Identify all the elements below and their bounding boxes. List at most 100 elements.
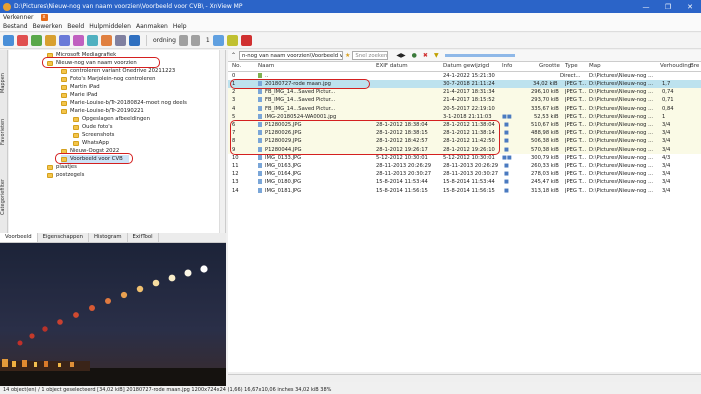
path-input[interactable]: n-nog van naam voorzien\Voorbeeld voor C… bbox=[239, 51, 344, 60]
cell-modified: 28-1-2012 11:38:04 bbox=[443, 121, 495, 128]
table-row[interactable]: 8 P1280029.JPG 28-1-2012 18:42:57 28-1-2… bbox=[228, 137, 701, 146]
col-folder[interactable]: Map bbox=[589, 63, 601, 69]
menu-bestand[interactable]: Bestand bbox=[3, 23, 28, 30]
cell-ratio: 3/4 bbox=[662, 162, 671, 169]
sorting-dropdown[interactable]: ordning bbox=[153, 37, 176, 44]
tree-item[interactable]: WhatsApp bbox=[73, 139, 109, 147]
menu-aanmaken[interactable]: Aanmaken bbox=[136, 23, 168, 30]
table-row[interactable]: 10 IMG_0133.JPG 5-12-2012 10:30:01 5-12-… bbox=[228, 154, 701, 162]
tab-voorbeeld[interactable]: Voorbeeld bbox=[0, 233, 38, 242]
delete-icon[interactable] bbox=[240, 35, 252, 46]
tree-item[interactable]: Opgeslagen afbeeldingen bbox=[73, 115, 150, 123]
tree-item[interactable]: plaatjes bbox=[47, 163, 77, 171]
cell-name: IMG_0180.JPG bbox=[258, 179, 301, 185]
print-icon[interactable] bbox=[115, 35, 126, 46]
cell-modified: 24-1-2022 15:21:30 bbox=[443, 72, 495, 79]
filter-clear-icon[interactable]: ✖ bbox=[423, 52, 428, 59]
tag-icon[interactable]: ● bbox=[412, 52, 417, 59]
col-size[interactable]: Grootte bbox=[539, 63, 560, 69]
col-extra[interactable]: Bre bbox=[690, 63, 699, 69]
table-row[interactable]: 9 P1280044.JPG 28-1-2012 19:26:17 28-1-2… bbox=[228, 145, 701, 154]
tab-categoriefilter[interactable]: Categoriefilter bbox=[0, 168, 8, 226]
tree-item[interactable]: controleren variant Onedrive 20211223 bbox=[61, 67, 175, 75]
cell-ratio: 3/4 bbox=[662, 187, 671, 194]
rotate-icon[interactable] bbox=[59, 35, 70, 46]
slideshow-icon[interactable] bbox=[87, 35, 98, 46]
table-row[interactable]: 11 IMG_0163.JPG 28-11-2013 20:26:29 28-1… bbox=[228, 162, 701, 170]
cell-no: 0 bbox=[232, 72, 236, 79]
favorite-icon[interactable] bbox=[45, 35, 56, 46]
close-icon[interactable]: ✕ bbox=[679, 3, 701, 11]
tab-exiftool[interactable]: ExifTool bbox=[128, 233, 159, 242]
refresh-icon[interactable] bbox=[17, 35, 28, 46]
tab-favorieten[interactable]: Favorieten bbox=[0, 112, 8, 152]
tab-eigenschappen[interactable]: Eigenschappen bbox=[38, 233, 90, 242]
table-row[interactable]: 13 IMG_0180.JPG 15-8-2014 11:53:44 15-8-… bbox=[228, 179, 701, 187]
table-row[interactable]: 14 IMG_0181.JPG 15-8-2014 11:56:15 15-8-… bbox=[228, 187, 701, 195]
tree-item[interactable]: Marie iPad bbox=[61, 91, 97, 99]
status-bar: 14 object(en) / 1 object geselecteerd [3… bbox=[0, 386, 701, 394]
col-info[interactable]: Info bbox=[502, 63, 512, 69]
tree-item-selected[interactable]: Voorbeeld voor CVB bbox=[61, 155, 129, 163]
col-exif[interactable]: EXIF datum bbox=[376, 63, 408, 69]
cell-name: FB_IMG_14...Saved Pictur... bbox=[258, 105, 335, 112]
tree-item[interactable]: Nieuw-nog van naam voorzien bbox=[47, 59, 137, 67]
star-icon[interactable]: ★ bbox=[345, 52, 350, 59]
menu-hulpmiddelen[interactable]: Hulpmiddelen bbox=[89, 23, 131, 30]
col-type[interactable]: Type bbox=[565, 63, 578, 69]
tree-scrollbar[interactable] bbox=[219, 50, 225, 233]
table-row-selected[interactable]: 1 20180727-rode maan.jpg 30-7-2018 21:11… bbox=[228, 80, 701, 89]
browse-icon[interactable] bbox=[3, 35, 14, 46]
quick-search-input[interactable]: Snel zoeken bbox=[352, 51, 389, 60]
table-row[interactable]: 7 P1280026.JPG 28-1-2012 18:38:15 28-1-2… bbox=[228, 129, 701, 138]
tree-item[interactable]: Nieuw-Oogst 2022 bbox=[61, 147, 119, 155]
table-row[interactable]: 0 .. 24-1-2022 15:21:30 Direct... D:\Pic… bbox=[228, 72, 701, 80]
tree-item[interactable]: postzegels bbox=[47, 171, 84, 179]
app-icon bbox=[3, 2, 11, 11]
tree-item[interactable]: Foto's Marjolein-nog controleren bbox=[61, 75, 155, 83]
maximize-icon[interactable]: ❐ bbox=[657, 3, 679, 11]
info-icon[interactable] bbox=[226, 35, 238, 46]
convert-icon[interactable] bbox=[101, 35, 112, 46]
menu-beeld[interactable]: Beeld bbox=[67, 23, 84, 30]
tree-item[interactable]: Martin iPad bbox=[61, 83, 100, 91]
tab-histogram[interactable]: Histogram bbox=[89, 233, 128, 242]
cell-folder: D:\Pictures\Nieuw-nog ... bbox=[589, 80, 654, 87]
table-row[interactable]: 2 FB_IMG_14...Saved Pictur... 21-4-2017 … bbox=[228, 88, 701, 97]
minimize-icon[interactable]: — bbox=[635, 3, 657, 11]
table-row[interactable]: 3 FB_IMG_14...Saved Pictur... 21-4-2017 … bbox=[228, 96, 701, 105]
col-no[interactable]: No. bbox=[232, 63, 241, 69]
tree-item[interactable]: Marie-Louise-b/Tr-20180824-moet nog deel… bbox=[61, 99, 187, 107]
nav-arrows-icon[interactable]: ◀▶ bbox=[396, 52, 405, 59]
close-tab-icon[interactable]: x bbox=[40, 14, 48, 21]
up-arrow-icon[interactable]: ⌃ bbox=[231, 52, 236, 59]
horizontal-scrollbar[interactable] bbox=[228, 374, 701, 382]
cell-no: 2 bbox=[232, 89, 236, 96]
tree-item[interactable]: Screenshots bbox=[73, 131, 114, 139]
menu-help[interactable]: Help bbox=[173, 23, 187, 30]
table-row[interactable]: 12 IMG_0164.JPG 28-11-2013 20:30:27 28-1… bbox=[228, 170, 701, 178]
table-row[interactable]: 4 FB_IMG_14...Saved Pictur... 20-5-2017 … bbox=[228, 104, 701, 113]
tree-item[interactable]: Oude foto's bbox=[73, 123, 112, 131]
col-modified[interactable]: Datum gewijzigd bbox=[443, 63, 489, 69]
col-ratio[interactable]: Verhouding bbox=[660, 63, 691, 69]
thumbnail-size-slider[interactable] bbox=[444, 54, 515, 57]
table-row[interactable]: 5 IMG-20180524-WA0001.jpg 3-1-2018 21:11… bbox=[228, 113, 701, 122]
tree-item[interactable]: Marie-Louise-b/Tr-20190221 bbox=[61, 107, 144, 115]
tab-verkenner[interactable]: Verkenner bbox=[3, 14, 34, 21]
settings-icon[interactable] bbox=[129, 35, 140, 46]
menu-bewerken[interactable]: Bewerken bbox=[33, 23, 63, 30]
tree-item[interactable]: Microsoft Mediagrafiek bbox=[47, 51, 116, 59]
tab-mappen[interactable]: Mappen bbox=[0, 68, 8, 98]
col-name[interactable]: Naam bbox=[258, 63, 274, 69]
table-row[interactable]: 6 P1280025.JPG 28-1-2012 18:38:04 28-1-2… bbox=[228, 121, 701, 130]
globe-icon[interactable] bbox=[212, 35, 224, 46]
view-icon[interactable] bbox=[31, 35, 42, 46]
info-flag-icon: ■ bbox=[504, 187, 509, 194]
main-toolbar: ordning 1 bbox=[0, 33, 701, 49]
funnel-icon[interactable]: ▼ bbox=[434, 52, 439, 59]
filter-icon[interactable] bbox=[190, 35, 200, 46]
cell-name: P1280026.JPG bbox=[258, 130, 302, 136]
grid-icon[interactable] bbox=[178, 35, 188, 46]
edit-icon[interactable] bbox=[73, 35, 84, 46]
